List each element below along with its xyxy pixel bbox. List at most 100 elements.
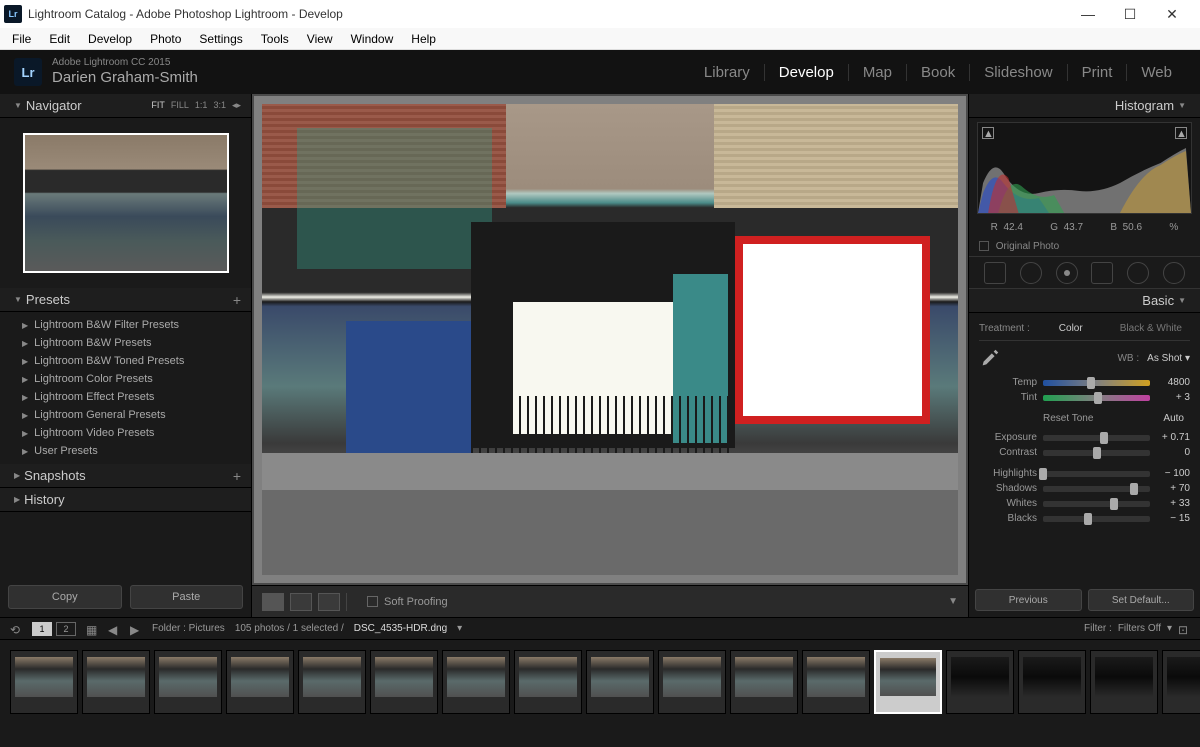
filmstrip-thumbnail[interactable] bbox=[10, 650, 78, 714]
grid-view-icon[interactable]: ▦ bbox=[86, 623, 98, 635]
highlights-slider[interactable] bbox=[1043, 471, 1150, 477]
module-library[interactable]: Library bbox=[690, 64, 765, 81]
identity-plate[interactable]: Darien Graham-Smith bbox=[52, 69, 198, 87]
preset-folder[interactable]: ▶Lightroom General Presets bbox=[0, 406, 251, 424]
filmstrip-thumbnail[interactable] bbox=[1162, 650, 1200, 714]
filmstrip-thumbnail[interactable] bbox=[442, 650, 510, 714]
before-after-lr-button[interactable] bbox=[290, 593, 312, 611]
preset-folder[interactable]: ▶Lightroom B&W Presets bbox=[0, 334, 251, 352]
basic-header[interactable]: Basic ▼ bbox=[969, 289, 1200, 313]
original-photo-toggle[interactable]: Original Photo bbox=[969, 237, 1200, 257]
add-preset-icon[interactable]: + bbox=[233, 292, 241, 308]
module-slideshow[interactable]: Slideshow bbox=[970, 64, 1067, 81]
current-filename[interactable]: DSC_4535-HDR.dng bbox=[354, 623, 447, 634]
filmstrip[interactable] bbox=[0, 639, 1200, 723]
nav-next-icon[interactable]: ▶ bbox=[130, 623, 142, 635]
filmstrip-thumbnail[interactable] bbox=[730, 650, 798, 714]
copy-button[interactable]: Copy bbox=[8, 585, 122, 609]
shadows-value[interactable]: + 70 bbox=[1156, 483, 1190, 494]
filmstrip-thumbnail[interactable] bbox=[802, 650, 870, 714]
preset-folder[interactable]: ▶Lightroom Color Presets bbox=[0, 370, 251, 388]
treatment-color[interactable]: Color bbox=[1051, 321, 1091, 336]
filmstrip-thumbnail[interactable] bbox=[1090, 650, 1158, 714]
previous-button[interactable]: Previous bbox=[975, 589, 1082, 611]
highlight-clipping-icon[interactable]: ▲ bbox=[1175, 127, 1187, 139]
filmstrip-thumbnail[interactable] bbox=[82, 650, 150, 714]
soft-proofing-toggle[interactable]: Soft Proofing bbox=[367, 596, 448, 608]
preset-folder[interactable]: ▶Lightroom Video Presets bbox=[0, 424, 251, 442]
set-default-button[interactable]: Set Default... bbox=[1088, 589, 1195, 611]
module-map[interactable]: Map bbox=[849, 64, 907, 81]
filmstrip-thumbnail[interactable] bbox=[586, 650, 654, 714]
preset-folder[interactable]: ▶Lightroom B&W Toned Presets bbox=[0, 352, 251, 370]
shadows-slider[interactable] bbox=[1043, 486, 1150, 492]
treatment-bw[interactable]: Black & White bbox=[1112, 321, 1190, 336]
menu-view[interactable]: View bbox=[299, 30, 341, 48]
highlights-value[interactable]: − 100 bbox=[1156, 468, 1190, 479]
temp-slider[interactable] bbox=[1043, 380, 1150, 386]
filmstrip-thumbnail[interactable] bbox=[298, 650, 366, 714]
filmstrip-thumbnail[interactable] bbox=[226, 650, 294, 714]
shadow-clipping-icon[interactable]: ▲ bbox=[982, 127, 994, 139]
maximize-button[interactable]: ☐ bbox=[1118, 6, 1142, 23]
nav-prev-icon[interactable]: ◀ bbox=[108, 623, 120, 635]
blacks-slider[interactable] bbox=[1043, 516, 1150, 522]
add-snapshot-icon[interactable]: + bbox=[233, 468, 241, 484]
main-image-view[interactable] bbox=[254, 96, 966, 583]
nav-zoom-3to1[interactable]: 3:1 bbox=[213, 100, 226, 111]
filmstrip-thumbnail-selected[interactable] bbox=[874, 650, 942, 714]
preset-folder[interactable]: ▶Lightroom B&W Filter Presets bbox=[0, 316, 251, 334]
nav-zoom-menu-icon[interactable]: ◂▸ bbox=[232, 100, 241, 111]
histogram-display[interactable]: ▲ ▲ bbox=[977, 122, 1192, 214]
filmstrip-thumbnail[interactable] bbox=[370, 650, 438, 714]
adjustment-brush-tool[interactable] bbox=[1163, 262, 1185, 284]
folder-path[interactable]: Folder : Pictures bbox=[152, 623, 225, 634]
exposure-slider[interactable] bbox=[1043, 435, 1150, 441]
temp-value[interactable]: 4800 bbox=[1156, 377, 1190, 388]
menu-window[interactable]: Window bbox=[343, 30, 402, 48]
navigator-header[interactable]: ▼ Navigator FIT FILL 1:1 3:1 ◂▸ bbox=[0, 94, 251, 118]
preset-folder[interactable]: ▶Lightroom Effect Presets bbox=[0, 388, 251, 406]
spot-removal-tool[interactable] bbox=[1020, 262, 1042, 284]
nav-zoom-fit[interactable]: FIT bbox=[151, 100, 165, 111]
whites-slider[interactable] bbox=[1043, 501, 1150, 507]
tone-label[interactable]: Reset Tone bbox=[979, 413, 1157, 424]
menu-file[interactable]: File bbox=[4, 30, 39, 48]
menu-edit[interactable]: Edit bbox=[41, 30, 78, 48]
presets-header[interactable]: ▼ Presets + bbox=[0, 288, 251, 312]
source-dropdown-icon[interactable]: ▾ bbox=[457, 623, 462, 634]
exposure-value[interactable]: + 0.71 bbox=[1156, 432, 1190, 443]
minimize-button[interactable]: — bbox=[1076, 6, 1100, 23]
menu-photo[interactable]: Photo bbox=[142, 30, 189, 48]
filmstrip-thumbnail[interactable] bbox=[658, 650, 726, 714]
filmstrip-thumbnail[interactable] bbox=[154, 650, 222, 714]
module-web[interactable]: Web bbox=[1127, 64, 1186, 81]
second-window-button[interactable]: 2 bbox=[56, 622, 76, 636]
blacks-value[interactable]: − 15 bbox=[1156, 513, 1190, 524]
snapshots-header[interactable]: ▶ Snapshots + bbox=[0, 464, 251, 488]
contrast-slider[interactable] bbox=[1043, 450, 1150, 456]
toolbar-menu-icon[interactable]: ▼ bbox=[948, 596, 958, 607]
sync-icon[interactable]: ⟲ bbox=[10, 623, 22, 635]
menu-tools[interactable]: Tools bbox=[253, 30, 297, 48]
redeye-tool[interactable] bbox=[1056, 262, 1078, 284]
menu-help[interactable]: Help bbox=[403, 30, 444, 48]
navigator-preview[interactable] bbox=[0, 118, 251, 288]
contrast-value[interactable]: 0 bbox=[1156, 447, 1190, 458]
filter-preset-dropdown[interactable]: Filters Off bbox=[1118, 623, 1161, 634]
menu-develop[interactable]: Develop bbox=[80, 30, 140, 48]
wb-preset-dropdown[interactable]: As Shot ▾ bbox=[1147, 353, 1190, 364]
auto-tone-button[interactable]: Auto bbox=[1157, 411, 1190, 426]
filmstrip-thumbnail[interactable] bbox=[946, 650, 1014, 714]
whites-value[interactable]: + 33 bbox=[1156, 498, 1190, 509]
before-after-tb-button[interactable] bbox=[318, 593, 340, 611]
filmstrip-thumbnail[interactable] bbox=[1018, 650, 1086, 714]
nav-zoom-1to1[interactable]: 1:1 bbox=[195, 100, 208, 111]
white-balance-picker-tool[interactable] bbox=[979, 347, 1001, 369]
paste-button[interactable]: Paste bbox=[130, 585, 244, 609]
tint-value[interactable]: + 3 bbox=[1156, 392, 1190, 403]
history-header[interactable]: ▶ History bbox=[0, 488, 251, 512]
filter-dropdown-icon[interactable]: ▾ bbox=[1167, 623, 1172, 634]
filter-lock-icon[interactable]: ⊡ bbox=[1178, 623, 1190, 635]
preset-folder[interactable]: ▶User Presets bbox=[0, 442, 251, 460]
